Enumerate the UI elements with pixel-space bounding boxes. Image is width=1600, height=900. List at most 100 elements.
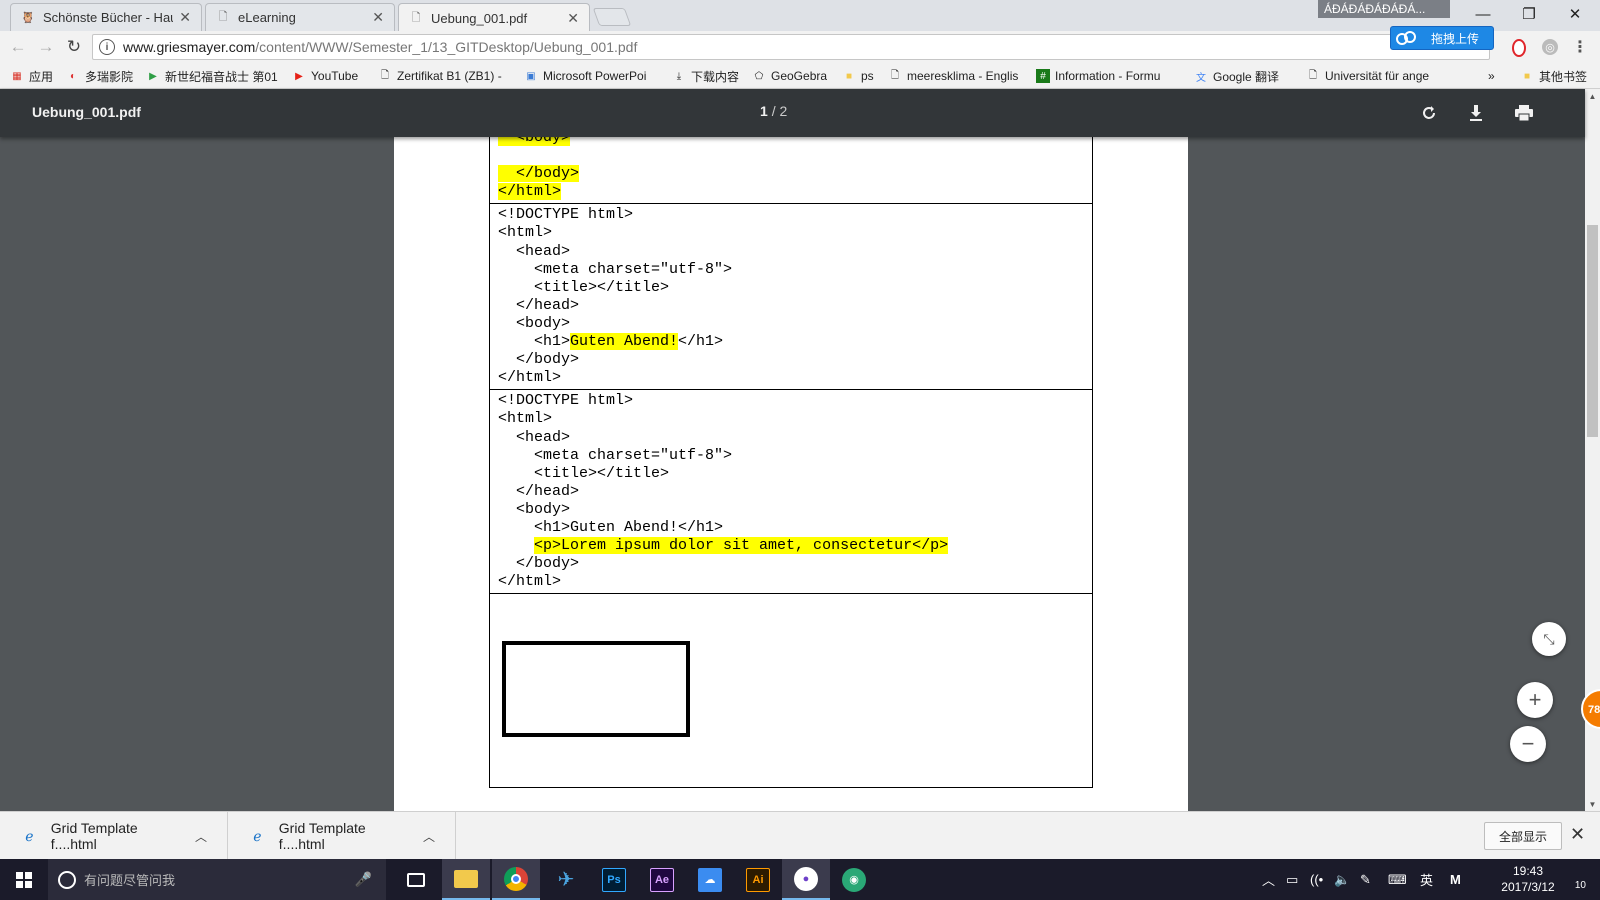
info-icon[interactable]: i: [99, 39, 115, 55]
minimize-icon[interactable]: —: [1460, 0, 1506, 28]
pdf-viewer[interactable]: <body> </body> </html> <!DOCTYPE html> <…: [0, 137, 1585, 811]
fit-page-icon[interactable]: ⤡: [1532, 622, 1566, 656]
bookmark-ps[interactable]: ■ ps: [842, 67, 874, 85]
baidu-upload-button[interactable]: 拖拽上传: [1390, 26, 1494, 50]
code-line: <meta charset="utf-8">: [498, 446, 733, 464]
ime-mode-icon[interactable]: M: [1450, 859, 1461, 900]
swift-icon[interactable]: ✈: [542, 859, 590, 900]
photoshop-icon[interactable]: Ps: [590, 859, 638, 900]
github-icon[interactable]: ●: [782, 859, 830, 900]
forward-arrow-icon[interactable]: →: [36, 37, 56, 57]
download-item[interactable]: ℯ Grid Template f....html ︿: [228, 812, 456, 860]
bookmark-label: 应用: [29, 69, 54, 84]
close-icon[interactable]: ✕: [372, 9, 384, 26]
url-path: /content/WWW/Semester_1/13_GITDesktop/Ue…: [255, 39, 638, 55]
bookmark-universitaet[interactable]: 🗋 Universität für ange: [1306, 67, 1446, 85]
tab-title: Uebung_001.pdf: [431, 10, 528, 26]
ime-language[interactable]: 英: [1420, 859, 1433, 900]
scroll-down-arrow-icon[interactable]: ▼: [1585, 797, 1600, 811]
close-icon[interactable]: ✕: [567, 10, 579, 27]
bookmark-geogebra[interactable]: ⬠ GeoGebra: [752, 67, 827, 85]
windows-start-icon[interactable]: [0, 859, 48, 900]
scroll-up-arrow-icon[interactable]: ▲: [1585, 89, 1600, 103]
reload-icon[interactable]: ↻: [64, 37, 84, 57]
close-window-icon[interactable]: ✕: [1552, 0, 1598, 28]
bookmark-duorui[interactable]: ◐ 多瑞影院: [66, 67, 133, 85]
file-explorer-icon[interactable]: [442, 859, 490, 900]
bookmark-youtube[interactable]: ▶ YouTube: [292, 67, 358, 85]
bookmark-eva[interactable]: ▶ 新世纪福音战士 第01: [146, 67, 280, 85]
bookmarks-bar: ▦ 应用 ◐ 多瑞影院 ▶ 新世纪福音战士 第01 ▶ YouTube 🗋 Zertifi…: [0, 63, 1600, 89]
bookmark-downloads[interactable]: ⤓ 下载内容: [672, 67, 739, 85]
code-cell-1: <body> </body> </html>: [490, 137, 1092, 205]
code-line: </body>: [498, 351, 580, 369]
illustrator-icon[interactable]: Ai: [734, 859, 782, 900]
bookmark-google-translate[interactable]: 文 Google 翻译: [1194, 67, 1279, 85]
green-browser-icon[interactable]: ◉: [830, 859, 878, 900]
download-item[interactable]: ℯ Grid Template f....html ︿: [0, 812, 228, 860]
close-icon[interactable]: ✕: [1570, 824, 1585, 845]
highlighted-text: Guten Abend!: [570, 333, 679, 351]
show-all-button[interactable]: 全部显示: [1484, 822, 1562, 850]
url-domain: www.griesmayer.com: [123, 39, 256, 55]
download-bar: ℯ Grid Template f....html ︿ ℯ Grid Templ…: [0, 811, 1600, 860]
menu-icon[interactable]: ⋮: [1572, 39, 1588, 56]
notification-center-icon[interactable]: 10: [1558, 867, 1586, 891]
task-view-icon[interactable]: [392, 859, 440, 900]
pdf-toolbar: Uebung_001.pdf 1 / 2: [0, 89, 1585, 137]
youtube-icon: ▶: [295, 70, 303, 82]
wifi-icon[interactable]: ((•: [1310, 859, 1323, 900]
after-effects-icon[interactable]: Ae: [638, 859, 686, 900]
code-line: </head>: [498, 296, 580, 314]
cortana-search-box[interactable]: 有问题尽管问我 🎤: [48, 859, 386, 900]
bookmark-meeresklima[interactable]: 🗋 meeresklima - Englis: [888, 67, 1030, 85]
opera-icon[interactable]: [1512, 39, 1526, 57]
code-line: <html>: [498, 410, 553, 428]
bookmark-label: GeoGebra: [771, 69, 828, 83]
bookmark-powerpoint[interactable]: ▣ Microsoft PowerPoi: [524, 67, 664, 85]
ie-file-icon: ℯ: [253, 827, 262, 844]
bookmark-zertifikat[interactable]: 🗋 Zertifikat B1 (ZB1) -: [378, 67, 510, 85]
close-icon[interactable]: ✕: [179, 9, 191, 26]
code-line: <!DOCTYPE html>: [498, 206, 634, 224]
volume-icon[interactable]: 🔈: [1334, 859, 1350, 900]
bookmark-apps[interactable]: ▦ 应用: [10, 67, 53, 85]
code-line: <h1>Guten Abend!</h1>: [498, 518, 724, 536]
system-clock[interactable]: 19:43 2017/3/12: [1488, 863, 1568, 895]
address-bar[interactable]: i www.griesmayer.com/content/WWW/Semeste…: [92, 34, 1490, 60]
code-line: <head>: [498, 242, 571, 260]
back-arrow-icon[interactable]: ←: [8, 37, 28, 57]
restore-icon[interactable]: ❐: [1506, 0, 1552, 28]
tab-uebung-pdf[interactable]: 🗋 Uebung_001.pdf ✕: [398, 3, 590, 32]
download-icon[interactable]: [1464, 101, 1488, 125]
rotate-icon[interactable]: [1417, 101, 1441, 125]
bookmarks-overflow-button[interactable]: »: [1488, 67, 1495, 85]
code-line: </h1>: [678, 333, 724, 351]
owl-favicon-icon: 🦉: [21, 12, 35, 24]
chevron-up-icon[interactable]: ︿: [195, 828, 207, 845]
baidu-cloud-icon[interactable]: ☁: [686, 859, 734, 900]
pen-icon[interactable]: ✎: [1360, 859, 1371, 900]
chrome-icon[interactable]: [492, 859, 540, 900]
clock-time: 19:43: [1512, 864, 1544, 878]
scrollbar-thumb[interactable]: [1587, 225, 1598, 437]
chevron-up-icon[interactable]: ︿: [423, 828, 435, 845]
zoom-in-icon[interactable]: +: [1517, 682, 1553, 718]
print-icon[interactable]: [1512, 101, 1536, 125]
code-cell-4: [490, 594, 1092, 786]
new-tab-button[interactable]: [592, 8, 632, 26]
keyboard-icon[interactable]: ⌨: [1388, 859, 1407, 900]
baidu-upload-label: 拖拽上传: [1431, 31, 1480, 46]
profile-name-badge[interactable]: ÁÐÁÐÁÐÁÐÁÐÁ...: [1318, 0, 1450, 18]
zoom-out-icon[interactable]: −: [1510, 726, 1546, 762]
tray-overflow-icon[interactable]: ︿: [1262, 859, 1275, 900]
bookmark-other[interactable]: ■ 其他书签: [1520, 67, 1587, 85]
bookmark-information[interactable]: # Information - Formu: [1036, 67, 1184, 85]
battery-icon[interactable]: ▭: [1286, 859, 1298, 900]
tab-schoenste-buecher[interactable]: 🦉 Schönste Bücher - Hau ✕: [10, 3, 202, 31]
extension-icon[interactable]: ◎: [1542, 39, 1558, 55]
current-page[interactable]: 1: [760, 103, 768, 119]
tab-elearning[interactable]: 🗋 eLearning ✕: [205, 3, 395, 31]
microphone-icon[interactable]: 🎤: [355, 871, 372, 888]
page-indicator: 1 / 2: [760, 103, 787, 119]
